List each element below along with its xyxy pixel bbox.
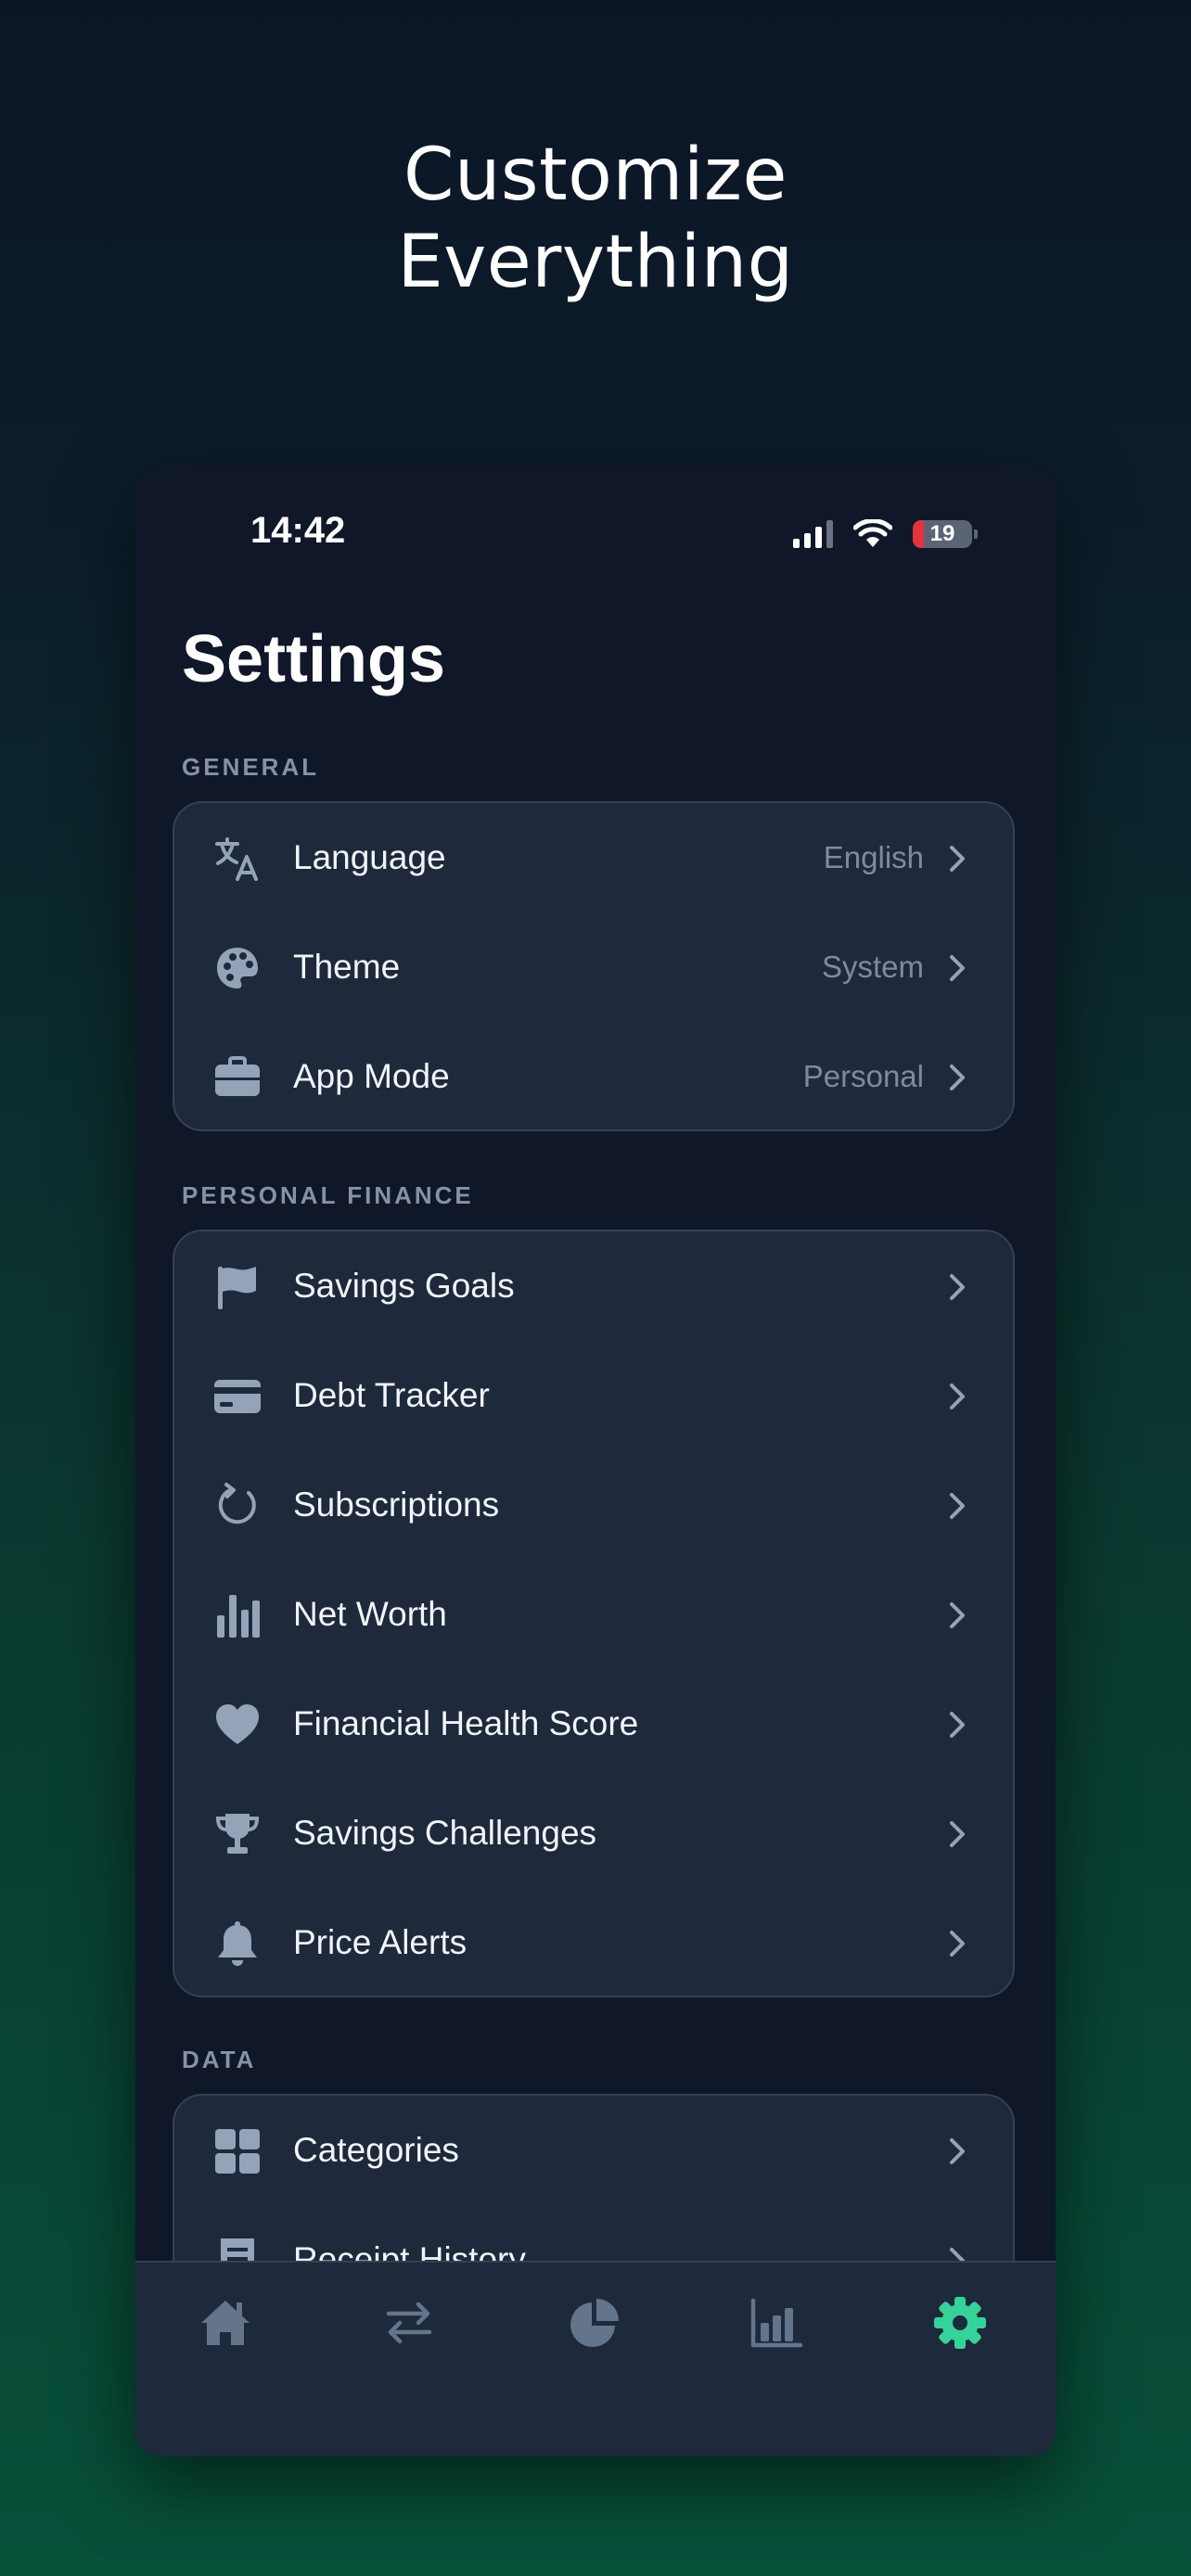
settings-row-financial-health-score[interactable]: Financial Health Score bbox=[174, 1669, 1013, 1779]
row-label: Language bbox=[293, 838, 446, 876]
tab-reports[interactable] bbox=[744, 2290, 809, 2355]
page-title: Settings bbox=[182, 622, 446, 696]
headline-line-1: Customize bbox=[403, 134, 788, 217]
bar-chart-icon bbox=[213, 1591, 262, 1639]
refresh-icon bbox=[213, 1482, 262, 1530]
chevron-right-icon bbox=[950, 955, 965, 981]
translate-icon bbox=[213, 835, 262, 883]
general-card: Language English Theme System App Mode P… bbox=[173, 801, 1015, 1131]
chevron-right-icon bbox=[950, 1065, 965, 1090]
row-label: App Mode bbox=[293, 1057, 450, 1095]
headline: Customize Everything bbox=[0, 132, 1191, 306]
chevron-right-icon bbox=[950, 1931, 965, 1957]
settings-row-app-mode[interactable]: App Mode Personal bbox=[174, 1022, 1013, 1131]
chevron-right-icon bbox=[950, 1274, 965, 1300]
row-label: Financial Health Score bbox=[293, 1704, 639, 1742]
row-value: Personal bbox=[802, 1059, 924, 1093]
briefcase-icon bbox=[213, 1053, 262, 1102]
battery-icon: 19 bbox=[913, 520, 978, 548]
settings-row-savings-challenges[interactable]: Savings Challenges bbox=[174, 1779, 1013, 1888]
row-value: English bbox=[823, 840, 924, 874]
settings-row-subscriptions[interactable]: Subscriptions bbox=[174, 1450, 1013, 1560]
wifi-icon bbox=[853, 519, 892, 547]
section-label-personal-finance: PERSONAL FINANCE bbox=[182, 1181, 474, 1209]
settings-row-categories[interactable]: Categories bbox=[174, 2096, 1013, 2205]
palette-icon bbox=[213, 944, 262, 992]
section-label-general: GENERAL bbox=[182, 753, 320, 781]
bar-chart-icon bbox=[750, 2298, 803, 2348]
chevron-right-icon bbox=[950, 1602, 965, 1628]
flag-icon bbox=[213, 1263, 262, 1311]
row-label: Categories bbox=[293, 2131, 459, 2169]
tab-budgets[interactable] bbox=[562, 2290, 627, 2355]
grid-icon bbox=[213, 2127, 262, 2175]
bell-icon bbox=[213, 1919, 262, 1968]
headline-line-2: Everything bbox=[397, 221, 794, 304]
row-value: System bbox=[821, 950, 924, 984]
chevron-right-icon bbox=[950, 1712, 965, 1738]
row-label: Savings Goals bbox=[293, 1267, 515, 1305]
settings-row-net-worth[interactable]: Net Worth bbox=[174, 1560, 1013, 1669]
chevron-right-icon bbox=[950, 1493, 965, 1519]
tab-transactions[interactable] bbox=[377, 2290, 442, 2355]
row-label: Savings Challenges bbox=[293, 1814, 597, 1852]
personal-finance-card: Savings Goals Debt Tracker Subscriptions… bbox=[173, 1230, 1015, 1997]
chevron-right-icon bbox=[950, 1821, 965, 1847]
heart-icon bbox=[213, 1701, 262, 1749]
settings-row-debt-tracker[interactable]: Debt Tracker bbox=[174, 1341, 1013, 1450]
status-icons: 19 bbox=[793, 519, 978, 549]
settings-row-language[interactable]: Language English bbox=[174, 803, 1013, 912]
phone-screen: 14:42 19 Settings GENERAL Language Engli… bbox=[135, 465, 1056, 2455]
chevron-right-icon bbox=[950, 846, 965, 872]
battery-level bbox=[913, 520, 925, 548]
trophy-icon bbox=[213, 1810, 262, 1858]
tab-bar bbox=[135, 2261, 1056, 2455]
tab-home[interactable] bbox=[193, 2290, 258, 2355]
status-time: 14:42 bbox=[250, 510, 346, 551]
row-label: Subscriptions bbox=[293, 1486, 500, 1524]
chevron-right-icon bbox=[950, 1384, 965, 1409]
tab-settings[interactable] bbox=[928, 2290, 992, 2355]
row-label: Debt Tracker bbox=[293, 1376, 490, 1414]
section-label-data: DATA bbox=[182, 2046, 257, 2073]
row-label: Price Alerts bbox=[293, 1923, 467, 1961]
cellular-signal-icon bbox=[793, 520, 833, 548]
settings-row-price-alerts[interactable]: Price Alerts bbox=[174, 1888, 1013, 1997]
gear-icon bbox=[934, 2297, 986, 2349]
pie-chart-icon bbox=[570, 2299, 619, 2347]
settings-row-theme[interactable]: Theme System bbox=[174, 912, 1013, 1022]
home-icon bbox=[201, 2301, 250, 2345]
battery-percent: 19 bbox=[929, 521, 955, 546]
row-label: Theme bbox=[293, 948, 401, 986]
settings-row-savings-goals[interactable]: Savings Goals bbox=[174, 1231, 1013, 1341]
transfer-arrows-icon bbox=[386, 2302, 432, 2344]
row-label: Net Worth bbox=[293, 1595, 447, 1633]
chevron-right-icon bbox=[950, 2138, 965, 2164]
credit-card-icon bbox=[213, 1372, 262, 1421]
